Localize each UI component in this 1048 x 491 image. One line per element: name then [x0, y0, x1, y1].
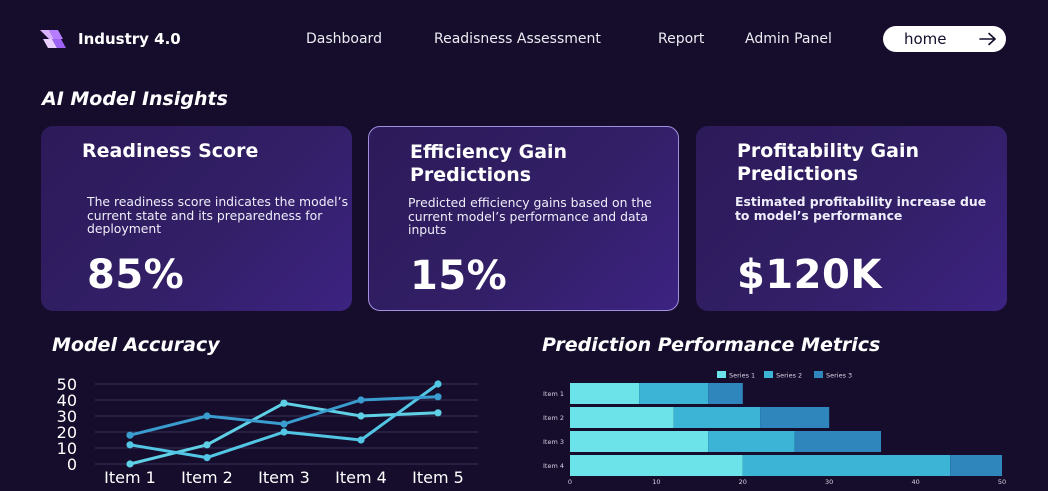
brand-logo-icon[interactable]	[40, 30, 66, 48]
bar-segment	[673, 407, 761, 428]
nav-report[interactable]: Report	[658, 31, 704, 47]
profitability-gain-card[interactable]: Profitability Gain Predictions Estimated…	[696, 126, 1007, 311]
data-point	[203, 412, 211, 420]
data-point	[126, 431, 134, 439]
x-tick-label: Item 5	[412, 468, 464, 487]
category-label: Item 4	[543, 462, 564, 470]
legend-swatch	[764, 371, 773, 378]
card-value: 15%	[410, 253, 508, 299]
x-tick-label: 30	[825, 478, 833, 486]
card-value: 85%	[87, 252, 185, 298]
bar-segment	[708, 383, 743, 404]
nav-dashboard[interactable]: Dashboard	[306, 31, 382, 47]
data-point	[203, 454, 211, 462]
x-tick-label: 40	[911, 478, 919, 486]
bar-segment	[708, 431, 795, 452]
x-tick-label: 0	[568, 478, 572, 486]
model-accuracy-line-chart: 01020304050Item 1 Item 2 Item 3 Item 4 Item …	[57, 375, 478, 487]
bar-segment	[570, 407, 674, 428]
readiness-score-card[interactable]: Readiness Score The readiness score indi…	[41, 126, 352, 311]
nav-admin-panel[interactable]: Admin Panel	[745, 31, 832, 47]
arrow-right-icon	[979, 32, 996, 46]
data-point	[434, 409, 442, 417]
bar-segment	[794, 431, 882, 452]
card-title: Readiness Score	[82, 140, 259, 162]
legend-swatch	[717, 371, 726, 378]
data-point	[203, 441, 211, 449]
data-point	[434, 380, 442, 388]
data-point	[280, 420, 288, 428]
category-label: Item 1	[543, 390, 564, 398]
data-point	[280, 399, 288, 407]
efficiency-gain-card[interactable]: Efficiency Gain Predictions Predicted ef…	[368, 126, 679, 311]
bar-segment	[760, 407, 830, 428]
bar-segment	[570, 455, 743, 476]
nav-readiness-assessment[interactable]: Readisness Assessment	[434, 31, 601, 47]
x-tick-label: Item 4	[335, 468, 387, 487]
y-tick-label: 50	[57, 375, 77, 394]
prediction-metrics-title: Prediction Performance Metrics	[542, 334, 881, 356]
x-tick-label: Item 3	[258, 468, 310, 487]
data-point	[280, 428, 288, 436]
card-description: Estimated profitability increase due to …	[735, 194, 987, 223]
x-tick-label: 20	[739, 478, 747, 486]
data-point	[357, 436, 365, 444]
model-accuracy-title: Model Accuracy	[52, 334, 220, 356]
category-label: Item 3	[543, 438, 564, 446]
home-button[interactable]: home	[883, 26, 1006, 52]
legend-label: Series 1	[729, 372, 755, 380]
section-title: AI Model Insights	[42, 88, 228, 110]
x-tick-label: 50	[998, 478, 1006, 486]
x-tick-label: Item 1	[104, 468, 156, 487]
card-value: $120K	[737, 252, 882, 298]
bar-segment	[570, 431, 709, 452]
bar-segment	[570, 383, 640, 404]
legend-label: Series 3	[826, 372, 852, 380]
card-description: Predicted efficiency gains based on the …	[408, 195, 652, 237]
data-point	[126, 460, 134, 468]
data-point	[434, 393, 442, 401]
card-title: Efficiency Gain Predictions	[410, 141, 568, 186]
bar-segment	[639, 383, 709, 404]
data-point	[126, 441, 134, 449]
data-point	[357, 396, 365, 404]
category-label: Item 2	[543, 414, 564, 422]
x-tick-label: 10	[652, 478, 660, 486]
prediction-performance-bar-chart: Series 1 Series 2 Series 3 Item 1 Item 2 Item…	[543, 371, 1006, 486]
bar-segment	[742, 455, 951, 476]
card-title: Profitability Gain Predictions	[737, 140, 920, 185]
data-point	[357, 412, 365, 420]
dashboard-page: Industry 4.0 Dashboard Readisness Assess…	[0, 0, 1048, 491]
x-tick-label: Item 2	[181, 468, 233, 487]
bar-segment	[950, 455, 1002, 476]
legend-swatch	[814, 371, 823, 378]
card-description: The readiness score indicates the model’…	[87, 194, 349, 236]
home-button-label: home	[904, 30, 947, 48]
legend-label: Series 2	[776, 372, 802, 380]
brand-name: Industry 4.0	[78, 30, 181, 48]
